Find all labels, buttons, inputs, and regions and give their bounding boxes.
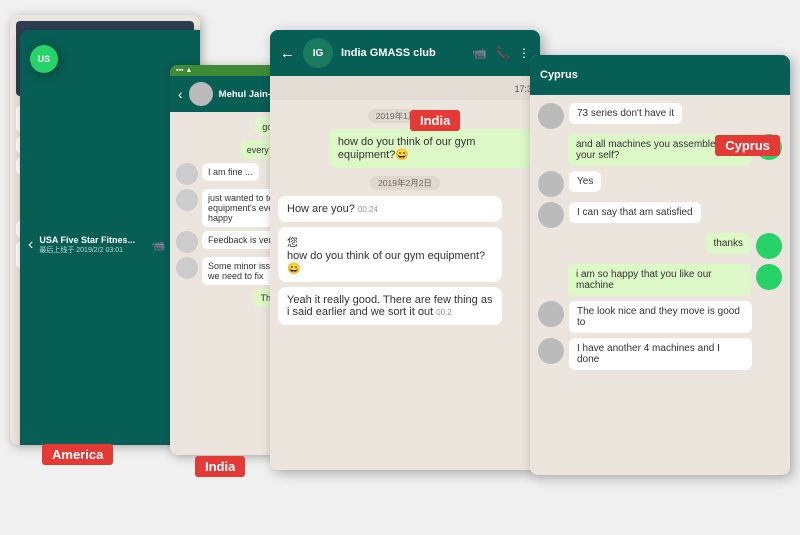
chat-cyprus[interactable]: Cyprus 73 series don't have it and all m… — [530, 55, 790, 475]
label-india1: India — [195, 456, 245, 477]
msg-row: Yes — [538, 171, 782, 197]
cyprus-title: Cyprus — [540, 69, 578, 81]
back-icon[interactable]: ‹ — [28, 236, 33, 254]
avatar — [176, 163, 198, 185]
more-icon[interactable]: ⋮ — [518, 46, 530, 60]
msg-row: I can say that am satisfied — [538, 202, 782, 228]
label-cyprus: Cyprus — [715, 135, 780, 156]
msg-row: i am so happy that you like our machine — [538, 264, 782, 296]
msg-bubble: thanks — [706, 233, 751, 254]
back-icon[interactable]: ‹ — [178, 86, 183, 102]
msg-row: 73 series don't have it — [538, 103, 782, 129]
avatar — [538, 338, 564, 364]
india2-header: ← IG India GMASS club 📹 📞 ⋮ — [270, 30, 540, 76]
msg-received: Yeah it really good. There are few thing… — [278, 287, 502, 325]
msg-bubble: The look nice and they move is good to — [569, 301, 752, 333]
avatar — [176, 189, 198, 211]
msg-bubble: I can say that am satisfied — [569, 202, 701, 223]
avatar — [538, 171, 564, 197]
msg-row: I have another 4 machines and I done — [538, 338, 782, 370]
avatar — [176, 257, 198, 279]
avatar — [189, 82, 213, 106]
video-call-icon[interactable]: 📹 — [472, 46, 487, 60]
label-america: America — [42, 444, 113, 465]
group-avatar: IG — [303, 38, 333, 68]
avatar — [538, 202, 564, 228]
call-icon[interactable]: 📞 — [495, 46, 510, 60]
msg-received: How are you? 00:24 — [278, 196, 502, 222]
msg-bubble: I have another 4 machines and I done — [569, 338, 752, 370]
back-icon[interactable]: ← — [280, 45, 295, 62]
group-name: India GMASS club — [341, 47, 464, 59]
time-header: 17:32 — [270, 76, 540, 100]
chat-india-gmass[interactable]: ← IG India GMASS club 📹 📞 ⋮ 17:32 2019年1… — [270, 30, 540, 470]
msg-received: 您how do you think of our gym equipment?😄 — [278, 227, 502, 282]
avatar — [538, 301, 564, 327]
msg-bubble: i am so happy that you like our machine — [568, 264, 751, 296]
date-divider1: 2019年1月29日 — [278, 106, 532, 124]
chat-title: USA Five Star Fitnes... — [39, 235, 145, 245]
msg-row: thanks — [538, 233, 782, 259]
date-divider2: 2019年2月2日 — [278, 173, 532, 191]
avatar — [176, 231, 198, 253]
avatar: US — [30, 45, 58, 73]
avatar — [756, 264, 782, 290]
avatar — [538, 103, 564, 129]
cyprus-header: Cyprus — [530, 55, 790, 95]
chat-subtitle: 最后上线于 2019/2/2 03:01 — [39, 245, 145, 255]
msg-received: I am fine ... — [202, 163, 259, 181]
signal-icons: ▪▪▪ ▲ — [176, 67, 192, 74]
avatar — [756, 233, 782, 259]
video-icon[interactable]: 📹 — [152, 239, 166, 252]
msg-bubble: 73 series don't have it — [569, 103, 682, 124]
msg-row: The look nice and they move is good to — [538, 301, 782, 333]
label-india2: India — [410, 110, 460, 131]
msg-sent: how do you think of our gym equipment?😄 — [329, 129, 532, 168]
msg-bubble: Yes — [569, 171, 601, 192]
